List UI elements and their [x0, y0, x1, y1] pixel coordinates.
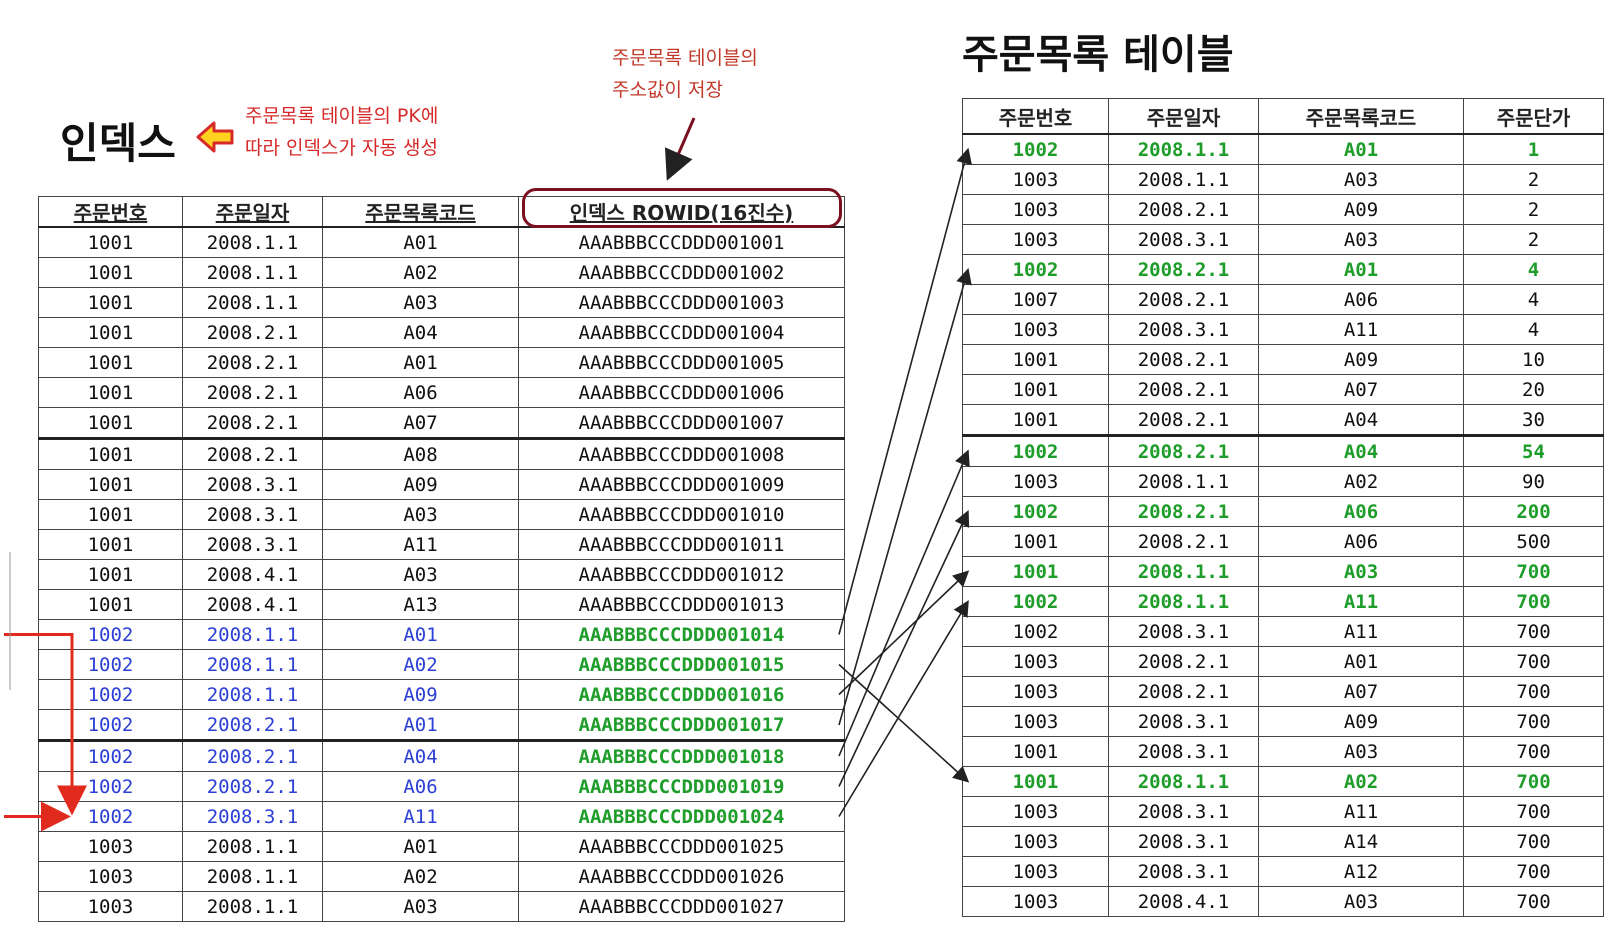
link-overlay [4, 117, 973, 832]
pk-group-bracket [4, 552, 87, 832]
rowid-link-line [838, 663, 970, 783]
rowid-link-line [838, 147, 973, 635]
bracket-segment [4, 633, 87, 816]
rowid-link-line [838, 510, 970, 787]
rowid-link-lines [838, 147, 973, 817]
rowid-pointer-arrow [664, 117, 696, 181]
